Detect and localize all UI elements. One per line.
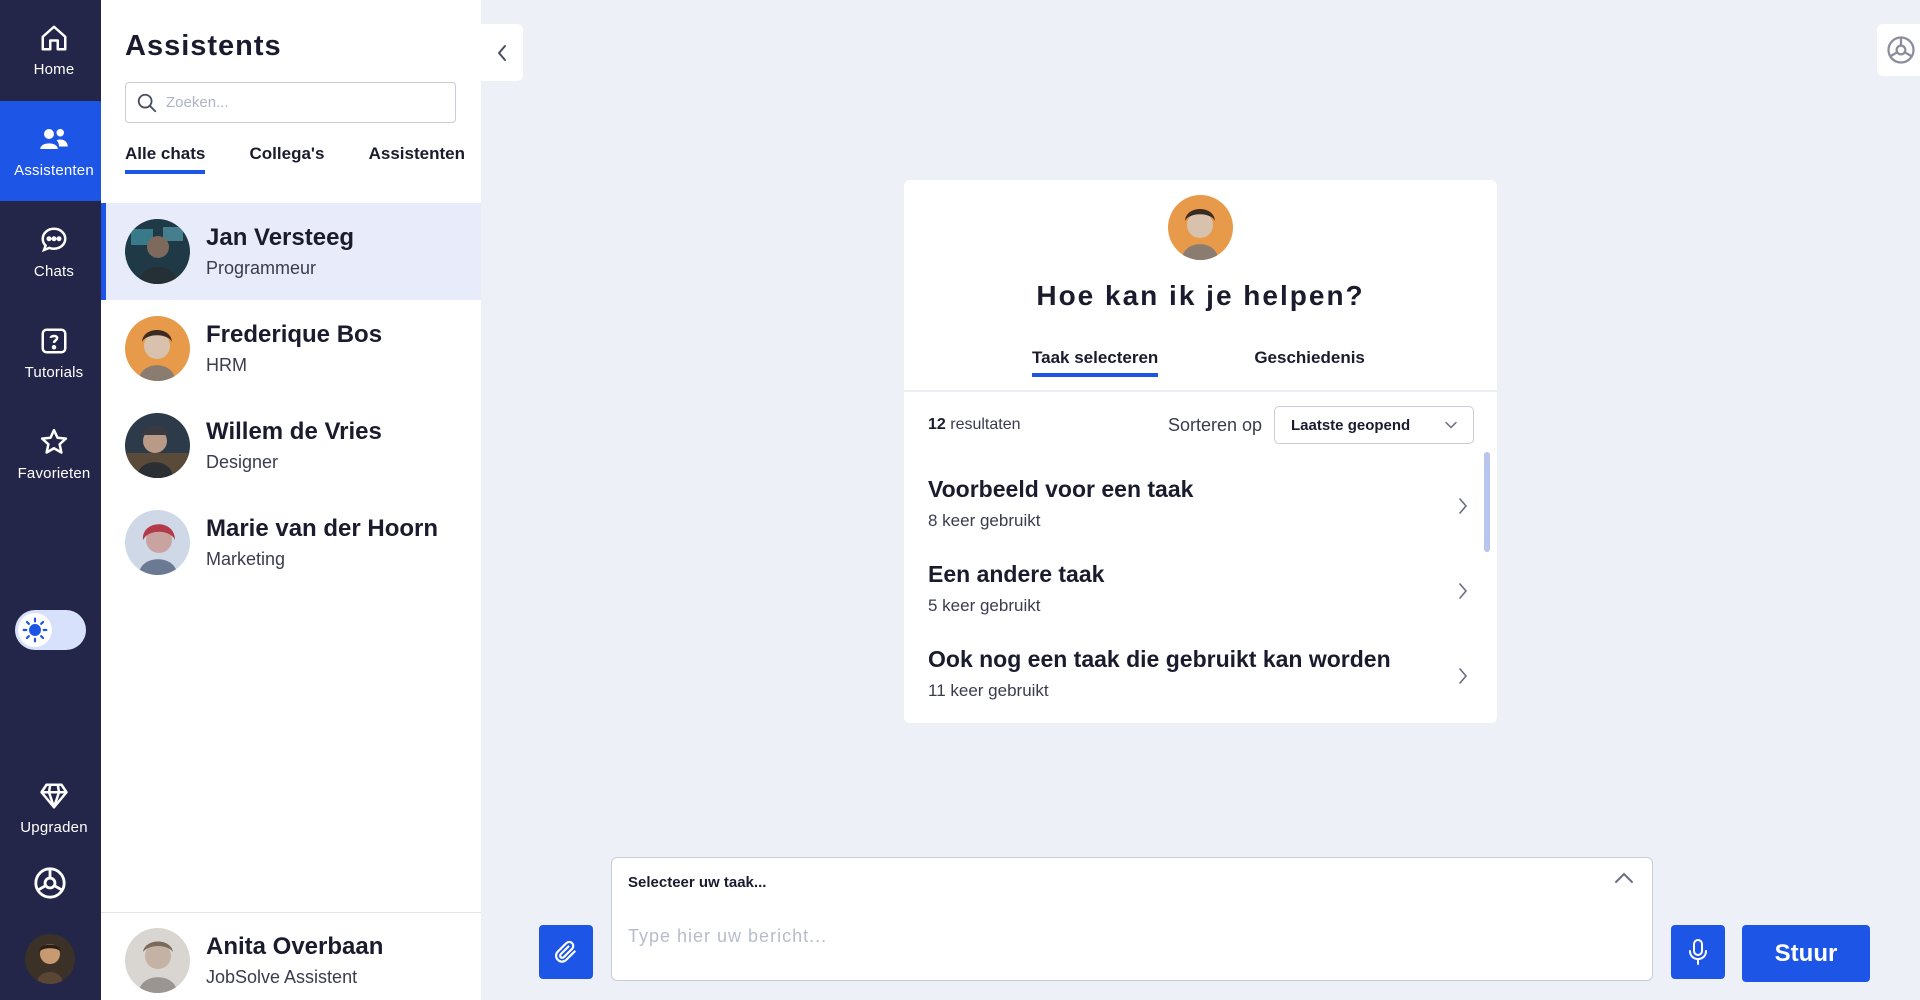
avatar bbox=[125, 316, 190, 381]
nav-item-assistenten[interactable]: Assistenten bbox=[0, 101, 108, 201]
contact-name: Marie van der Hoorn bbox=[206, 515, 439, 542]
card-tabs: Taak selecteren Geschiedenis bbox=[1032, 348, 1365, 377]
card-divider bbox=[904, 390, 1497, 392]
sort-label: Sorteren op bbox=[1168, 415, 1263, 435]
task-item[interactable]: Een andere taak 5 keer gebruikt bbox=[928, 561, 1468, 631]
chevron-up-icon[interactable] bbox=[1614, 872, 1634, 884]
attach-button[interactable] bbox=[539, 925, 593, 979]
paperclip-icon bbox=[555, 940, 576, 963]
user-avatar[interactable] bbox=[25, 934, 75, 984]
task-title: Voorbeeld voor een taak bbox=[928, 476, 1194, 502]
current-user[interactable]: Anita Overbaan JobSolve Assistent bbox=[125, 928, 383, 993]
current-user-name: Anita Overbaan bbox=[206, 933, 384, 960]
panel-title: Assistents bbox=[125, 30, 282, 62]
home-icon bbox=[41, 25, 67, 50]
contact-role: Marketing bbox=[206, 549, 286, 569]
contact-name: Willem de Vries bbox=[206, 418, 382, 445]
nav-label: Tutorials bbox=[24, 363, 84, 381]
task-title: Een andere taak bbox=[928, 561, 1105, 587]
nav-label: Chats bbox=[33, 262, 75, 280]
nav-label: Home bbox=[33, 60, 75, 78]
settings-icon bbox=[1887, 36, 1915, 64]
task-usage: 5 keer gebruikt bbox=[928, 596, 1041, 615]
contact-role: Programmeur bbox=[206, 258, 317, 278]
chat-filter-tabs: Alle chats Collega's Assistenten bbox=[125, 144, 465, 174]
diamond-icon bbox=[40, 783, 68, 808]
results-number: 12 bbox=[928, 416, 946, 433]
task-usage: 11 keer gebruikt bbox=[928, 681, 1049, 700]
task-list-scrollbar[interactable] bbox=[1484, 452, 1490, 552]
avatar bbox=[125, 928, 190, 993]
nav-item-home[interactable]: Home bbox=[0, 0, 108, 100]
nav-item-upgraden[interactable]: Upgraden bbox=[0, 758, 108, 858]
tab-geschiedenis[interactable]: Geschiedenis bbox=[1254, 348, 1365, 377]
message-input[interactable] bbox=[628, 926, 1628, 947]
task-item[interactable]: Voorbeeld voor een taak 8 keer gebruikt bbox=[928, 476, 1468, 546]
chat-icon bbox=[41, 226, 67, 252]
nav-label: Favorieten bbox=[17, 464, 91, 482]
microphone-button[interactable] bbox=[1671, 925, 1725, 979]
chevron-right-icon bbox=[1459, 498, 1468, 514]
panel-divider bbox=[101, 912, 481, 913]
users-icon bbox=[40, 128, 68, 149]
sort-value: Laatste geopend bbox=[1291, 416, 1411, 434]
chevron-left-icon bbox=[498, 44, 506, 61]
nav-item-favorieten[interactable]: Favorieten bbox=[0, 404, 108, 504]
star-icon bbox=[40, 428, 68, 454]
results-count: 12 resultaten bbox=[928, 416, 1021, 434]
results-label: resultaten bbox=[945, 416, 1021, 433]
avatar bbox=[125, 413, 190, 478]
sun-icon bbox=[22, 617, 48, 643]
current-user-role: JobSolve Assistent bbox=[206, 967, 358, 987]
microphone-icon bbox=[1689, 939, 1707, 965]
send-button[interactable]: Stuur bbox=[1742, 925, 1870, 982]
task-item[interactable]: Ook nog een taak die gebruikt kan worden… bbox=[928, 646, 1468, 716]
theme-toggle[interactable] bbox=[15, 610, 86, 650]
contact-role: HRM bbox=[206, 355, 247, 375]
search-input[interactable] bbox=[166, 94, 426, 111]
nav-item-chats[interactable]: Chats bbox=[0, 202, 108, 302]
contact-item[interactable]: Frederique Bos HRM bbox=[101, 300, 481, 397]
avatar bbox=[125, 219, 190, 284]
tab-collegas[interactable]: Collega's bbox=[250, 144, 325, 174]
chevron-right-icon bbox=[1459, 668, 1468, 684]
contact-item[interactable]: Marie van der Hoorn Marketing bbox=[101, 494, 481, 591]
nav-item-tutorials[interactable]: Tutorials bbox=[0, 303, 108, 403]
navigation-rail: Home Assistenten Chats Tutorials Favorie… bbox=[0, 0, 108, 1000]
contact-role: Designer bbox=[206, 452, 279, 472]
tab-taak-selecteren[interactable]: Taak selecteren bbox=[1032, 348, 1159, 377]
task-card: Hoe kan ik je helpen? Taak selecteren Ge… bbox=[904, 180, 1497, 723]
assistant-avatar bbox=[1168, 195, 1233, 260]
contact-name: Frederique Bos bbox=[206, 321, 383, 348]
settings-icon[interactable] bbox=[33, 866, 67, 900]
toggle-knob bbox=[18, 613, 52, 647]
collapse-panel-button[interactable] bbox=[481, 24, 523, 81]
task-title: Ook nog een taak die gebruikt kan worden bbox=[928, 646, 1391, 672]
nav-label: Upgraden bbox=[20, 818, 88, 836]
user-avatar-image bbox=[25, 934, 75, 984]
avatar bbox=[125, 510, 190, 575]
task-select[interactable]: Selecteer uw taak... bbox=[628, 874, 766, 891]
top-settings-button[interactable] bbox=[1877, 24, 1920, 76]
card-heading: Hoe kan ik je helpen? bbox=[1036, 280, 1365, 311]
help-icon bbox=[41, 328, 67, 353]
assistants-panel: Assistents Alle chats Collega's Assisten… bbox=[101, 0, 481, 1000]
sort-dropdown[interactable]: Laatste geopend bbox=[1274, 406, 1474, 444]
contact-name: Jan Versteeg bbox=[206, 224, 355, 251]
nav-label: Assistenten bbox=[14, 161, 94, 179]
chevron-down-icon bbox=[1445, 421, 1457, 429]
task-usage: 8 keer gebruikt bbox=[928, 511, 1041, 530]
contact-item[interactable]: Jan Versteeg Programmeur bbox=[101, 203, 481, 300]
contact-item[interactable]: Willem de Vries Designer bbox=[101, 397, 481, 494]
message-composer: Selecteer uw taak... bbox=[611, 857, 1653, 981]
search-icon bbox=[137, 93, 157, 112]
chevron-right-icon bbox=[1459, 583, 1468, 599]
tab-alle-chats[interactable]: Alle chats bbox=[125, 144, 206, 174]
search-box[interactable] bbox=[125, 82, 456, 123]
tab-assistenten[interactable]: Assistenten bbox=[369, 144, 465, 174]
